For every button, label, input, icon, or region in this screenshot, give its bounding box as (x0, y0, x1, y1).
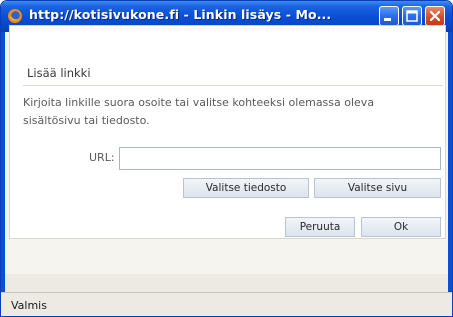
firefox-icon (7, 8, 23, 24)
cancel-button[interactable]: Peruuta (285, 217, 355, 237)
maximize-button[interactable] (402, 6, 422, 26)
dialog-title: Lisää linkki (27, 66, 91, 80)
status-text: Valmis (11, 299, 47, 312)
ok-button[interactable]: Ok (361, 217, 441, 237)
choose-file-button[interactable]: Valitse tiedosto (183, 178, 309, 198)
choose-page-button[interactable]: Valitse sivu (314, 178, 441, 198)
window-title: http://kotisivukone.fi - Linkin lisäys -… (29, 7, 332, 22)
window-frame-right (448, 32, 452, 292)
divider (23, 85, 443, 86)
dialog-panel (9, 25, 446, 239)
instructions-text: Kirjoita linkille suora osoite tai valit… (23, 96, 375, 127)
content-bottom (5, 274, 448, 292)
close-button[interactable] (425, 6, 445, 26)
minimize-button[interactable] (379, 6, 399, 26)
url-input[interactable] (119, 147, 441, 170)
popup-window: http://kotisivukone.fi - Linkin lisäys -… (0, 0, 453, 317)
status-bar: Valmis (1, 292, 452, 316)
url-label: URL: (89, 151, 115, 164)
